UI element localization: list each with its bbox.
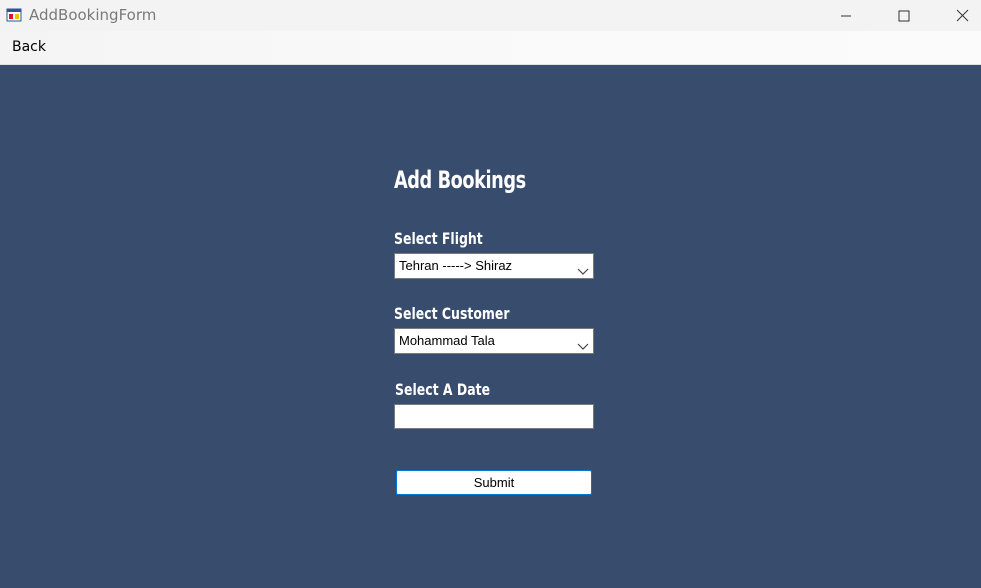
maximize-icon [898, 10, 910, 22]
submit-button[interactable]: Submit [396, 470, 592, 495]
menu-bar: Back [0, 31, 981, 65]
select-date-label: Select A Date [395, 380, 491, 399]
select-customer-label: Select Customer [394, 304, 510, 323]
close-button[interactable] [939, 0, 981, 31]
add-booking-window: AddBookingForm Back Add Bookings Select … [0, 0, 981, 588]
maximize-button[interactable] [881, 0, 927, 31]
minimize-icon [840, 10, 852, 22]
back-menu-item[interactable]: Back [5, 37, 53, 57]
flight-select[interactable]: Tehran -----> Shiraz [394, 253, 594, 279]
window-title: AddBookingForm [29, 6, 157, 24]
minimize-button[interactable] [823, 0, 869, 31]
title-bar[interactable]: AddBookingForm [0, 0, 981, 31]
chevron-down-icon[interactable] [577, 336, 589, 350]
close-icon [956, 9, 969, 22]
customer-select-value: Mohammad Tala [399, 333, 495, 348]
flight-select-value: Tehran -----> Shiraz [399, 258, 513, 273]
form-heading: Add Bookings [394, 166, 526, 194]
date-input[interactable] [394, 404, 594, 429]
chevron-down-icon[interactable] [577, 261, 589, 275]
customer-select[interactable]: Mohammad Tala [394, 328, 594, 354]
app-icon [6, 7, 22, 23]
select-flight-label: Select Flight [394, 229, 483, 248]
